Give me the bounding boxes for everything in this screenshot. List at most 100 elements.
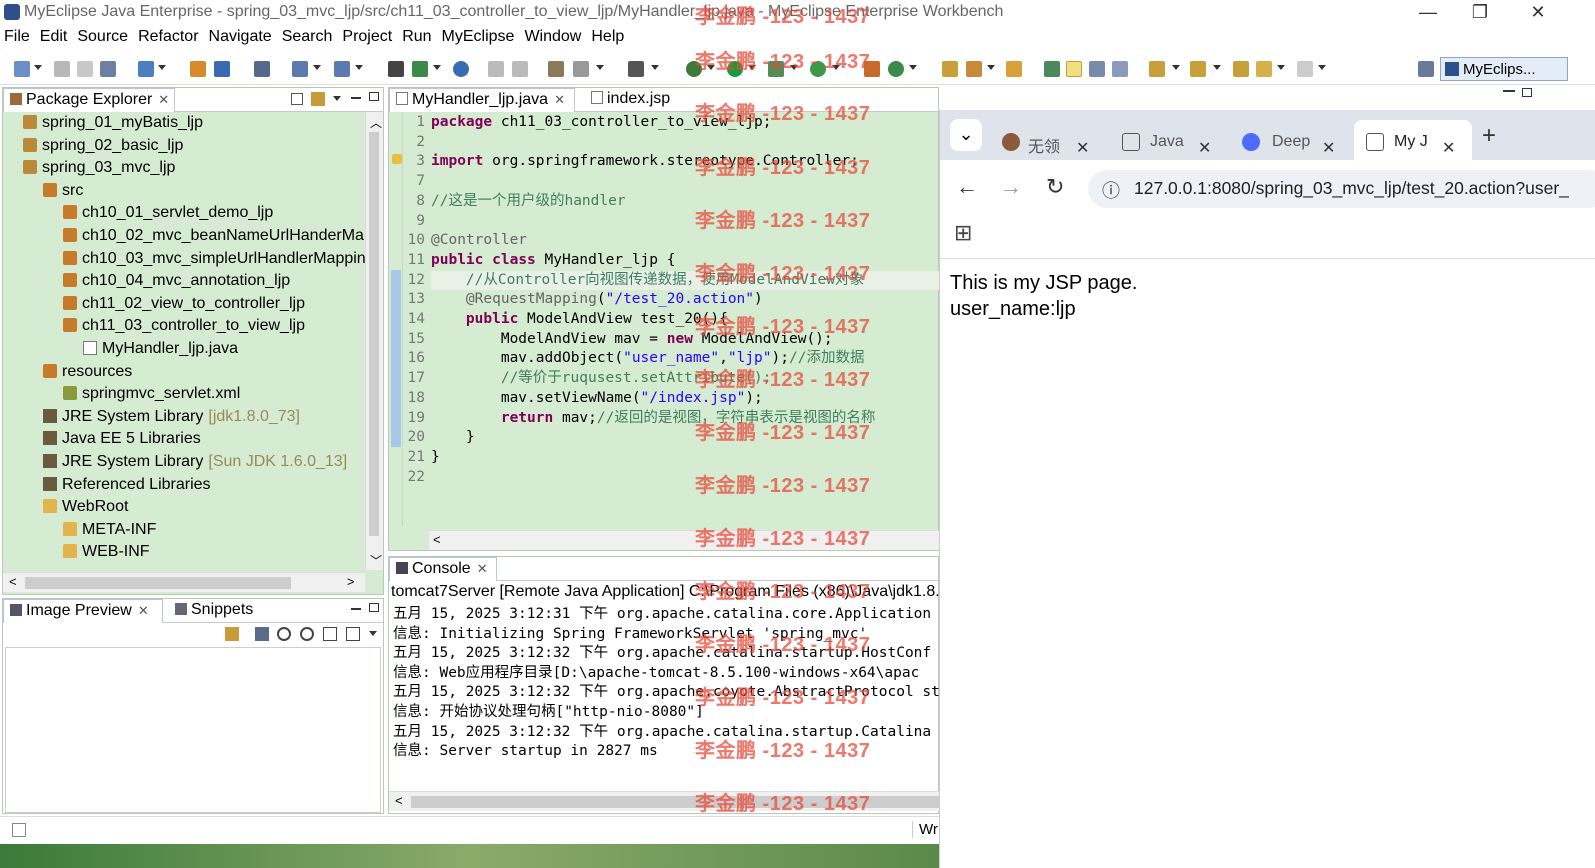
print-icon[interactable] [100, 61, 116, 77]
tab-package-explorer[interactable]: Package Explorer ✕ [3, 88, 175, 112]
browser-tab-4-active[interactable]: My J ✕ [1354, 120, 1472, 160]
tree-item[interactable]: src [43, 180, 83, 202]
tree-hscrollbar[interactable]: < > [3, 572, 365, 592]
open-task-icon[interactable] [1006, 61, 1022, 77]
editor-minimize-icon[interactable] [1503, 90, 1515, 92]
close-tab-icon[interactable]: ✕ [138, 603, 149, 618]
tree-hscroll-thumb[interactable] [25, 577, 291, 589]
back-icon[interactable] [1256, 61, 1272, 77]
tree-item[interactable]: spring_01_myBatis_ljp [23, 112, 203, 134]
forward-icon[interactable] [1297, 61, 1313, 77]
open-type-icon[interactable] [138, 61, 154, 77]
close-tab-icon[interactable]: ✕ [1198, 138, 1211, 158]
next-annotation-icon[interactable] [1149, 61, 1165, 77]
open-perspective-icon[interactable] [1418, 61, 1434, 77]
new-icon[interactable] [14, 61, 30, 77]
scroll-down-icon[interactable]: ﹀ [370, 552, 382, 569]
editor-maximize-icon[interactable] [1522, 88, 1532, 97]
sync-icon[interactable] [225, 627, 239, 641]
perspective-myeclipse-button[interactable]: MyEclips... [1440, 57, 1568, 81]
scroll-left-icon[interactable]: < [433, 532, 441, 547]
tab-myhandler-java[interactable]: MyHandler_ljp.java ✕ [389, 88, 575, 112]
close-tab-icon[interactable]: ✕ [554, 92, 565, 107]
tree-item[interactable]: WEB-INF [63, 541, 150, 563]
tree-item[interactable]: WebRoot [43, 496, 128, 518]
tree-item[interactable]: spring_03_mvc_ljp [23, 157, 175, 179]
tree-item[interactable]: ch10_01_servlet_demo_ljp [63, 202, 273, 224]
server-icon[interactable] [254, 61, 270, 77]
open-folder-icon[interactable] [942, 61, 958, 77]
tree-item[interactable]: JRE System Library [jdk1.8.0_73] [43, 406, 300, 428]
reload-button[interactable]: ↻ [1046, 174, 1064, 200]
scroll-left-icon[interactable]: < [9, 574, 17, 589]
open-console-icon[interactable] [628, 61, 644, 77]
web-wizard-dropdown-icon[interactable] [355, 65, 363, 70]
nav-back-icon[interactable] [488, 61, 504, 77]
save-icon[interactable] [54, 61, 70, 77]
scroll-left-icon[interactable]: < [395, 793, 403, 808]
apps-icon[interactable]: ⊞ [954, 220, 972, 246]
prev-annotation-dropdown-icon[interactable] [1213, 65, 1221, 70]
address-bar[interactable]: ⓘ 127.0.0.1:8080/spring_03_mvc_ljp/test_… [1088, 170, 1595, 208]
tree-item[interactable]: ch10_02_mvc_beanNameUrlHanderMa [63, 225, 364, 247]
tree-vscroll-thumb[interactable] [369, 132, 379, 536]
open-resource-dropdown-icon[interactable] [987, 65, 995, 70]
back-button[interactable]: ← [956, 174, 978, 200]
web-wizard-icon[interactable] [334, 61, 350, 77]
new-package-dropdown-icon[interactable] [909, 65, 917, 70]
search-tool-dropdown-icon[interactable] [596, 65, 604, 70]
nav-forward-icon[interactable] [512, 61, 528, 77]
tree-item[interactable]: JRE System Library [Sun JDK 1.6.0_13] [43, 451, 347, 473]
tree-vscrollbar[interactable]: ︿ ﹀ [365, 112, 383, 570]
menu-refactor[interactable]: Refactor [133, 26, 203, 46]
link-editor-icon[interactable] [311, 92, 325, 106]
menu-project[interactable]: Project [337, 26, 397, 46]
close-tab-icon[interactable]: ✕ [1442, 138, 1455, 158]
tab-snippets[interactable]: Snippets [169, 599, 259, 623]
new-project-icon[interactable] [190, 61, 206, 77]
menu-file[interactable]: File [0, 26, 35, 46]
menu-myeclipse[interactable]: MyEclipse [437, 26, 520, 46]
tree-item[interactable]: MyHandler_ljp.java [83, 338, 238, 360]
tab-image-preview[interactable]: Image Preview ✕ [3, 599, 163, 623]
menu-window[interactable]: Window [519, 26, 586, 46]
browser-icon[interactable] [453, 61, 469, 77]
close-tab-icon[interactable]: ✕ [1322, 138, 1335, 158]
tree-item[interactable]: ch11_02_view_to_controller_ljp [63, 293, 305, 315]
new-tab-button[interactable]: + [1482, 122, 1496, 150]
view-menu-icon[interactable] [333, 96, 341, 101]
actual-size-icon[interactable] [323, 627, 337, 641]
new-package-icon[interactable] [888, 61, 904, 77]
browser-tab-3[interactable]: Deep ✕ [1236, 120, 1350, 160]
menu-edit[interactable]: Edit [35, 26, 73, 46]
show-whitespace-icon[interactable] [1112, 61, 1128, 77]
task-icon[interactable] [548, 61, 564, 77]
tree-item[interactable]: ch11_03_controller_to_view_ljp [63, 315, 305, 337]
run-server-dropdown-icon[interactable] [433, 65, 441, 70]
deploy-server-icon[interactable] [388, 61, 404, 77]
scroll-right-icon[interactable]: > [347, 574, 355, 589]
deploy-icon[interactable] [214, 61, 230, 77]
fast-view-icon[interactable] [12, 823, 26, 837]
browser-tab-1[interactable]: 无领 ✕ [996, 120, 1110, 160]
warning-marker-icon[interactable] [392, 154, 402, 164]
mark-occurrences-icon[interactable] [1066, 61, 1082, 77]
minimize-button[interactable]: — [1416, 2, 1440, 23]
site-info-icon[interactable]: ⓘ [1102, 177, 1120, 203]
menu-source[interactable]: Source [72, 26, 133, 46]
new-dropdown-icon[interactable] [34, 65, 42, 70]
menu-run[interactable]: Run [397, 26, 436, 46]
tree-item[interactable]: Java EE 5 Libraries [43, 428, 201, 450]
search-tool-icon[interactable] [573, 61, 589, 77]
prev-annotation-icon[interactable] [1190, 61, 1206, 77]
tree-item[interactable]: spring_02_basic_ljp [23, 135, 183, 157]
minimize-view-icon[interactable] [351, 97, 361, 99]
tree-item[interactable]: ch10_03_mvc_simpleUrlHandlerMappin [63, 248, 365, 270]
open-resource-icon[interactable] [966, 61, 982, 77]
tree-item[interactable]: resources [43, 361, 132, 383]
forward-button[interactable]: → [1000, 174, 1022, 200]
block-selection-icon[interactable] [1089, 61, 1105, 77]
maximize-button[interactable]: ❐ [1468, 2, 1492, 23]
close-window-button[interactable]: ✕ [1526, 2, 1550, 23]
view-menu-icon[interactable] [369, 631, 377, 636]
